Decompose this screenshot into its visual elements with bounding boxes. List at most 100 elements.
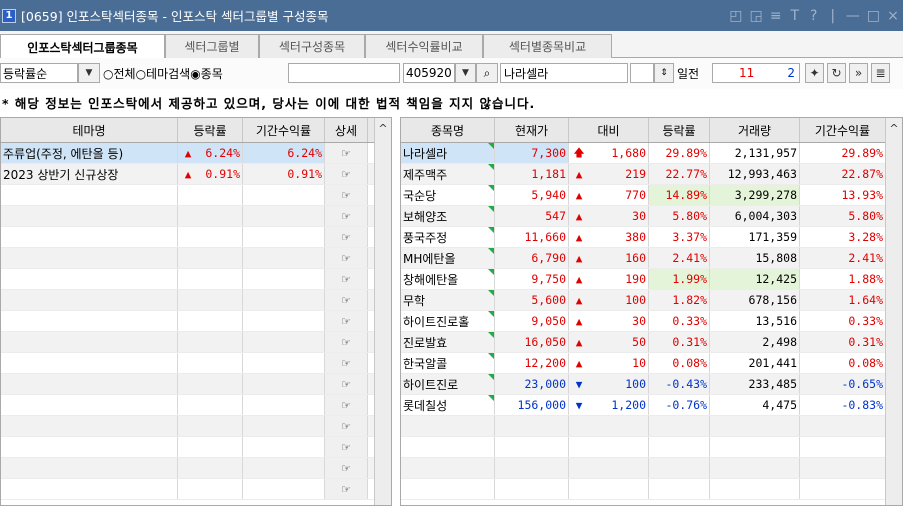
stock-row[interactable]: MH에탄올 6,790 ▲ 160 2.41% 15,808 2.41% [401,248,902,269]
theme-detail[interactable]: ☞ [325,290,368,310]
next-button[interactable]: » [849,63,868,83]
refresh-button[interactable]: ↻ [827,63,846,83]
layout-icon[interactable]: ◰ [729,8,742,24]
days-offset-input[interactable] [630,63,654,83]
theme-detail[interactable]: ☞ [325,269,368,289]
theme-row[interactable]: ☞ [1,227,391,248]
radio-all[interactable]: ○전체 [103,65,136,82]
maximize-icon[interactable]: □ [867,8,880,24]
theme-detail[interactable]: ☞ [325,479,368,499]
tab-sector-stock-compare[interactable]: 섹터별종목비교 [483,34,612,58]
stock-code-input[interactable]: 405920 [403,63,455,83]
stock-row[interactable]: 진로발효 16,050 ▲ 50 0.31% 2,498 0.31% [401,332,902,353]
stock-row[interactable] [401,416,902,437]
stock-row[interactable]: 하이트진로홀 9,050 ▲ 30 0.33% 13,516 0.33% [401,311,902,332]
theme-row[interactable]: 주류업(주정, 에탄올 등) ▲ 6.24% 6.24% ☞ [1,143,391,164]
theme-row[interactable]: ☞ [1,311,391,332]
detail-icon[interactable]: ☞ [341,441,351,454]
theme-row[interactable]: ☞ [1,332,391,353]
help-icon[interactable]: ? [808,8,820,24]
close-icon[interactable]: × [887,8,899,24]
theme-row[interactable]: ☞ [1,290,391,311]
sort-dropdown-arrow[interactable]: ▼ [78,63,100,83]
stock-grid-scrollbar[interactable]: ^ [885,118,902,505]
theme-detail[interactable]: ☞ [325,332,368,352]
detail-icon[interactable]: ☞ [341,294,351,307]
stock-row[interactable]: 무학 5,600 ▲ 100 1.82% 678,156 1.64% [401,290,902,311]
minimize-icon[interactable]: — [846,8,860,24]
tab-sector-components[interactable]: 섹터구성종목 [259,34,365,58]
detail-icon[interactable]: ☞ [341,357,351,370]
header-volume[interactable]: 거래량 [710,118,800,142]
header-theme-name[interactable]: 테마명 [1,118,178,142]
detail-icon[interactable]: ☞ [341,315,351,328]
theme-detail[interactable]: ☞ [325,416,368,436]
detail-icon[interactable]: ☞ [341,399,351,412]
tab-sector-group[interactable]: 섹터그룹별 [165,34,259,58]
theme-detail[interactable]: ☞ [325,458,368,478]
radio-theme-search[interactable]: ○테마검색 [136,65,191,82]
stock-row[interactable] [401,458,902,479]
theme-detail[interactable]: ☞ [325,353,368,373]
theme-detail[interactable]: ☞ [325,374,368,394]
stock-row[interactable]: 한국알콜 12,200 ▲ 10 0.08% 201,441 0.08% [401,353,902,374]
settings-button[interactable]: ✦ [805,63,824,83]
sort-dropdown[interactable]: 등락률순 [0,63,78,83]
header-period-return[interactable]: 기간수익률 [800,118,886,142]
stock-row[interactable] [401,437,902,458]
theme-search-input[interactable] [288,63,400,83]
stock-row[interactable]: 풍국주정 11,660 ▲ 380 3.37% 171,359 3.28% [401,227,902,248]
detail-icon[interactable]: ☞ [341,147,351,160]
theme-row[interactable]: ☞ [1,353,391,374]
theme-row[interactable]: ☞ [1,206,391,227]
header-period-return[interactable]: 기간수익률 [243,118,325,142]
theme-detail[interactable]: ☞ [325,143,368,163]
header-change-rate[interactable]: 등락률 [649,118,710,142]
stock-name-field[interactable]: 나라셀라 [500,63,628,83]
header-detail[interactable]: 상세 [325,118,368,142]
detail-icon[interactable]: ☞ [341,420,351,433]
days-spinner[interactable]: ⇕ [654,63,674,83]
stock-row[interactable]: 국순당 5,940 ▲ 770 14.89% 3,299,278 13.93% [401,185,902,206]
detail-icon[interactable]: ☞ [341,273,351,286]
detail-icon[interactable]: ☞ [341,168,351,181]
detail-icon[interactable]: ☞ [341,231,351,244]
detail-icon[interactable]: ☞ [341,336,351,349]
theme-row[interactable]: ☞ [1,374,391,395]
theme-detail[interactable]: ☞ [325,227,368,247]
window-number-badge[interactable]: 1 [2,8,16,23]
theme-detail[interactable]: ☞ [325,395,368,415]
stock-search-button[interactable]: ⌕ [476,63,498,83]
font-size-icon[interactable]: T [789,8,801,24]
period-input[interactable]: 11 2 [712,63,800,83]
header-change[interactable]: 대비 [569,118,649,142]
radio-stock[interactable]: ◉종목 [190,65,223,82]
theme-detail[interactable]: ☞ [325,437,368,457]
stock-row[interactable]: 제주맥주 1,181 ▲ 219 22.77% 12,993,463 22.87% [401,164,902,185]
tab-infostock-sector-group-stocks[interactable]: 인포스탁섹터그룹종목 [0,34,165,59]
theme-row[interactable]: ☞ [1,185,391,206]
theme-row[interactable]: ☞ [1,479,391,500]
theme-row[interactable]: ☞ [1,437,391,458]
new-window-icon[interactable]: ◲ [750,8,763,24]
theme-row[interactable]: ☞ [1,248,391,269]
theme-detail[interactable]: ☞ [325,248,368,268]
chevron-up-icon[interactable]: ^ [889,122,898,505]
theme-detail[interactable]: ☞ [325,206,368,226]
header-change-rate[interactable]: 등락률 [178,118,243,142]
detail-icon[interactable]: ☞ [341,252,351,265]
detail-icon[interactable]: ☞ [341,189,351,202]
theme-row[interactable]: ☞ [1,395,391,416]
stock-row[interactable]: 하이트진로 23,000 ▼ 100 -0.43% 233,485 -0.65% [401,374,902,395]
chevron-up-icon[interactable]: ^ [378,122,387,505]
stock-row[interactable]: 창해에탄올 9,750 ▲ 190 1.99% 12,425 1.88% [401,269,902,290]
detail-icon[interactable]: ☞ [341,483,351,496]
theme-row[interactable]: ☞ [1,416,391,437]
header-current-price[interactable]: 현재가 [495,118,569,142]
detail-icon[interactable]: ☞ [341,378,351,391]
tab-sector-return-compare[interactable]: 섹터수익률비교 [365,34,483,58]
theme-detail[interactable]: ☞ [325,311,368,331]
stock-row[interactable] [401,479,902,500]
theme-detail[interactable]: ☞ [325,164,368,184]
theme-row[interactable]: 2023 상반기 신규상장 ▲ 0.91% 0.91% ☞ [1,164,391,185]
